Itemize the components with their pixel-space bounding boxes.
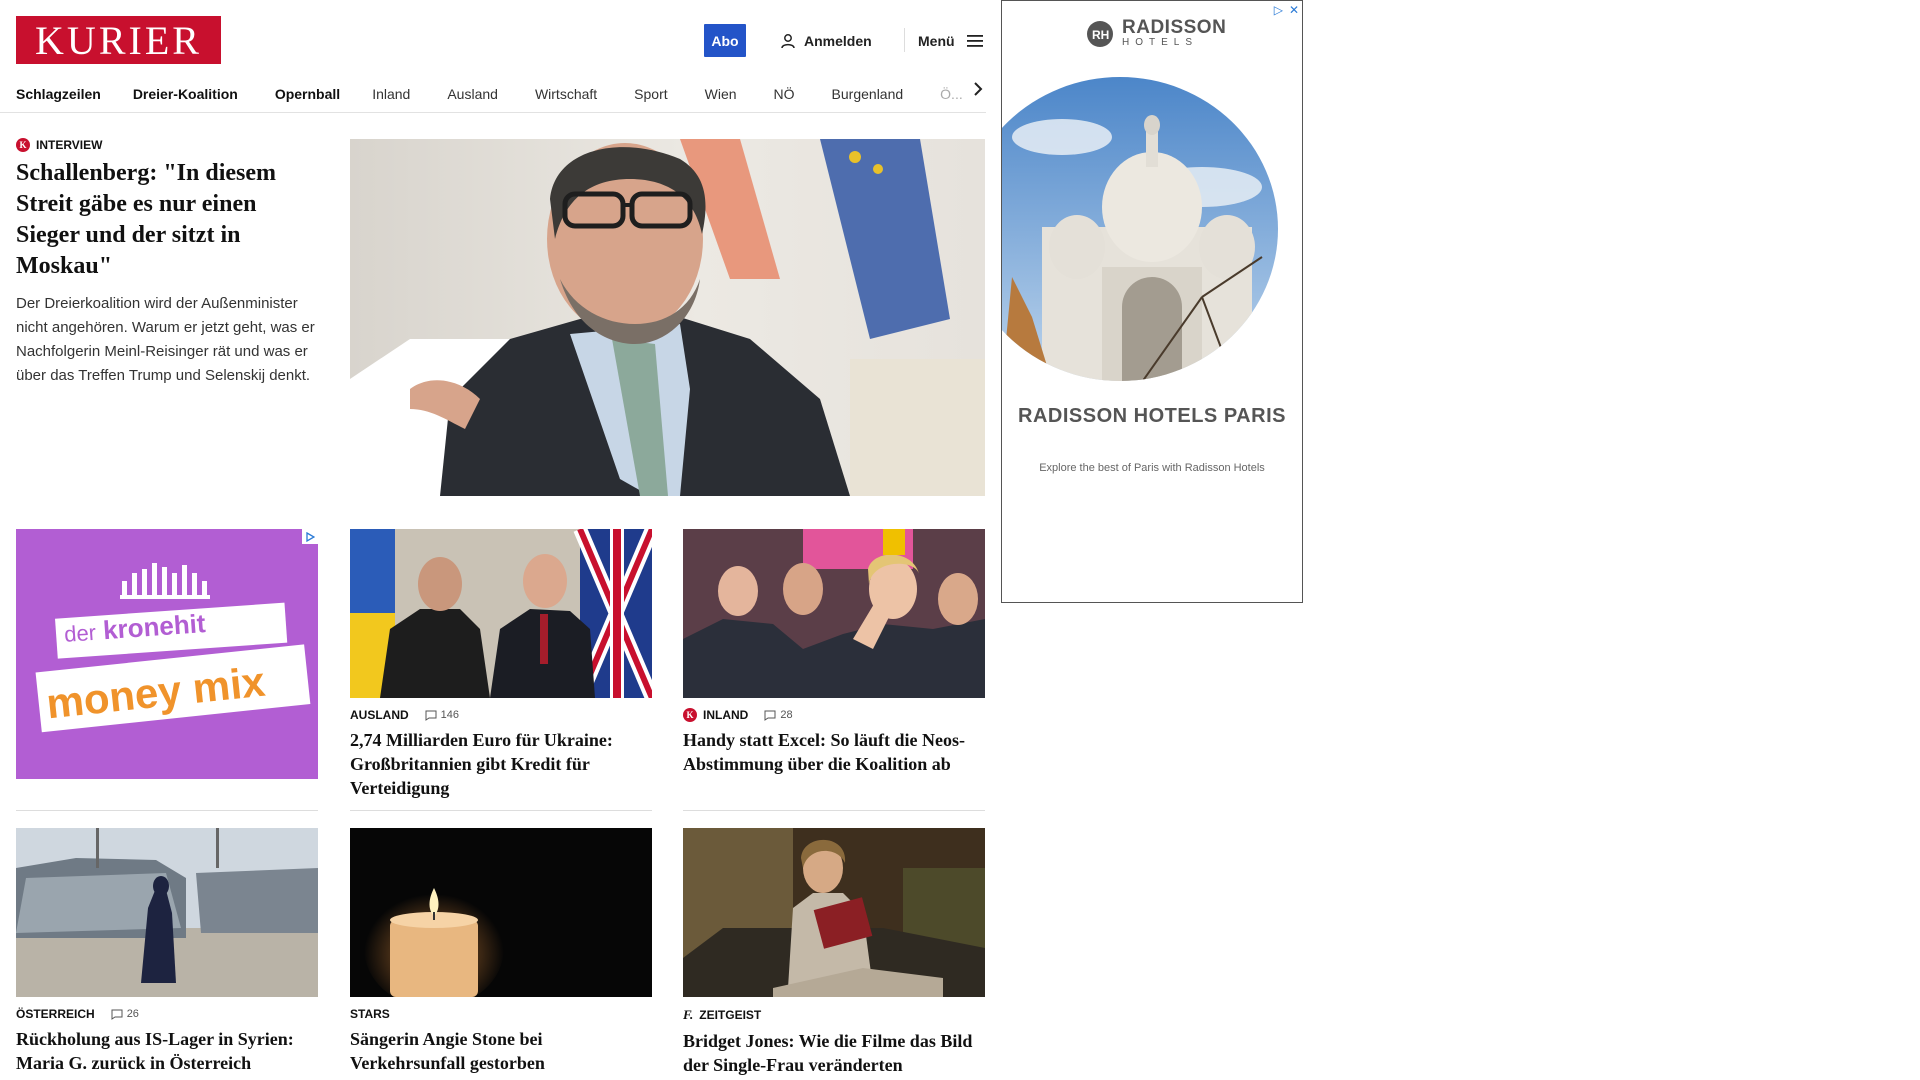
brand-sub: HOTELS <box>1122 37 1199 48</box>
kronehit-ad[interactable]: der kronehit money mix <box>16 529 318 779</box>
adchoices-button[interactable] <box>302 529 318 544</box>
row-divider <box>16 810 318 811</box>
row-divider <box>683 810 985 811</box>
comment-count-value: 28 <box>780 709 793 721</box>
kurier-logo[interactable]: KURIER <box>16 16 221 64</box>
comment-icon <box>764 710 776 721</box>
nav-item-wirtschaft[interactable]: Wirtschaft <box>535 86 597 102</box>
article-image[interactable] <box>16 828 318 997</box>
svg-text:RH: RH <box>1092 28 1109 42</box>
adchoices-icon <box>306 531 315 542</box>
comment-count-value: 146 <box>440 709 460 721</box>
adchoices-icon[interactable]: ▷ <box>1274 3 1283 17</box>
article-image[interactable] <box>350 529 652 698</box>
article-card[interactable]: ÖSTERREICH 26 Rückholung aus IS-Lager in… <box>16 828 318 1075</box>
user-icon <box>781 33 795 48</box>
sacre-coeur-image <box>1002 77 1278 381</box>
lead-kicker: K INTERVIEW <box>16 138 102 152</box>
article-image[interactable] <box>683 828 985 997</box>
ad-subtext: Explore the best of Paris with Radisson … <box>1039 462 1265 474</box>
ad-controls: ▷ ✕ <box>1274 3 1299 17</box>
neos-selfie-image <box>683 529 985 698</box>
nav-item-truncated[interactable]: Ö... <box>940 86 963 102</box>
nav-item-dreier-koalition[interactable]: Dreier-Koalition <box>133 86 238 102</box>
comment-count-value: 26 <box>126 1008 139 1020</box>
section-nav: Schlagzeilen Dreier-Koalition Opernball … <box>16 76 986 112</box>
nav-item-schlagzeilen[interactable]: Schlagzeilen <box>16 86 101 102</box>
candle-image <box>350 828 652 997</box>
kurier-plus-icon: K <box>683 708 697 722</box>
login-button[interactable]: Anmelden <box>780 24 872 57</box>
login-label: Anmelden <box>804 32 872 49</box>
article-headline[interactable]: 2,74 Milliarden Euro für Ukraine: Großbr… <box>350 728 652 800</box>
comment-icon <box>425 710 437 721</box>
nav-item-wien[interactable]: Wien <box>705 86 737 102</box>
leaders-handshake-image <box>350 529 652 698</box>
article-headline[interactable]: Handy statt Excel: So läuft die Neos-Abs… <box>683 728 985 776</box>
politician-portrait-image <box>350 139 985 496</box>
chevron-right-icon <box>974 82 983 96</box>
nav-item-opernball[interactable]: Opernball <box>275 86 340 102</box>
article-kicker-label: STARS <box>350 1007 390 1021</box>
article-card[interactable]: STARS Sängerin Angie Stone bei Verkehrsu… <box>350 828 652 1075</box>
close-icon[interactable]: ✕ <box>1289 3 1299 17</box>
menu-button[interactable]: Menü <box>918 24 985 57</box>
lead-kicker-label: INTERVIEW <box>36 138 103 152</box>
article-headline[interactable]: Rückholung aus IS-Lager in Syrien: Maria… <box>16 1027 318 1075</box>
menu-label: Menü <box>918 32 955 49</box>
article-image[interactable] <box>683 529 985 698</box>
lead-headline[interactable]: Schallenberg: "In diesem Streit gäbe es … <box>16 158 316 282</box>
article-card[interactable]: AUSLAND 146 2,74 Milliarden Euro für Ukr… <box>350 529 652 800</box>
nav-item-burgenland[interactable]: Burgenland <box>832 86 904 102</box>
camp-image <box>16 828 318 997</box>
article-kicker-label: ÖSTERREICH <box>16 1007 95 1021</box>
nav-item-sport[interactable]: Sport <box>634 86 667 102</box>
freizeit-icon: f. <box>683 1007 694 1022</box>
row-divider <box>350 810 652 811</box>
article-kicker: K INLAND 28 <box>683 708 985 722</box>
comment-icon <box>111 1009 123 1020</box>
comment-count[interactable]: 146 <box>425 709 459 721</box>
comment-count[interactable]: 26 <box>111 1008 139 1020</box>
article-image[interactable] <box>350 828 652 997</box>
kronehit-money-mix-banner <box>16 529 318 779</box>
radisson-brand: RH RADISSON HOTELS <box>1086 17 1227 48</box>
nav-item-inland[interactable]: Inland <box>372 86 410 102</box>
radisson-logo-icon: RH <box>1087 20 1113 47</box>
article-kicker: ÖSTERREICH 26 <box>16 1007 318 1021</box>
article-card[interactable]: f. ZEITGEIST Bridget Jones: Wie die Film… <box>683 828 985 1077</box>
article-headline[interactable]: Sängerin Angie Stone bei Verkehrsunfall … <box>350 1027 652 1075</box>
lead-image[interactable] <box>350 139 985 496</box>
nav-item-noe[interactable]: NÖ <box>774 86 795 102</box>
kurier-plus-icon: K <box>16 138 30 152</box>
article-kicker-label: ZEITGEIST <box>699 1008 762 1022</box>
nav-item-ausland[interactable]: Ausland <box>447 86 498 102</box>
hamburger-icon <box>966 34 983 47</box>
article-kicker-label: AUSLAND <box>350 708 409 722</box>
article-kicker-label: INLAND <box>703 708 749 722</box>
article-headline[interactable]: Bridget Jones: Wie die Filme das Bild de… <box>683 1029 985 1077</box>
radisson-ad[interactable]: ▷ ✕ RH RADISSON HOTELS RADISSON HOTELS P… <box>1001 0 1303 603</box>
article-kicker: STARS <box>350 1007 652 1021</box>
article-kicker: AUSLAND 146 <box>350 708 652 722</box>
abo-button[interactable]: Abo <box>704 24 746 57</box>
brand-name: RADISSON <box>1122 17 1227 38</box>
article-kicker: f. ZEITGEIST <box>683 1007 985 1023</box>
header-divider <box>904 28 905 52</box>
article-card[interactable]: K INLAND 28 Handy statt Excel: So läuft … <box>683 529 985 776</box>
nav-scroll-right-button[interactable] <box>968 78 988 100</box>
nav-divider-line <box>0 112 986 113</box>
comment-count[interactable]: 28 <box>764 709 793 721</box>
ad-headline: RADISSON HOTELS PARIS <box>1018 405 1286 427</box>
lead-teaser[interactable]: Der Dreierkoalition wird der Außenminist… <box>16 292 322 388</box>
bridget-jones-image <box>683 828 985 997</box>
